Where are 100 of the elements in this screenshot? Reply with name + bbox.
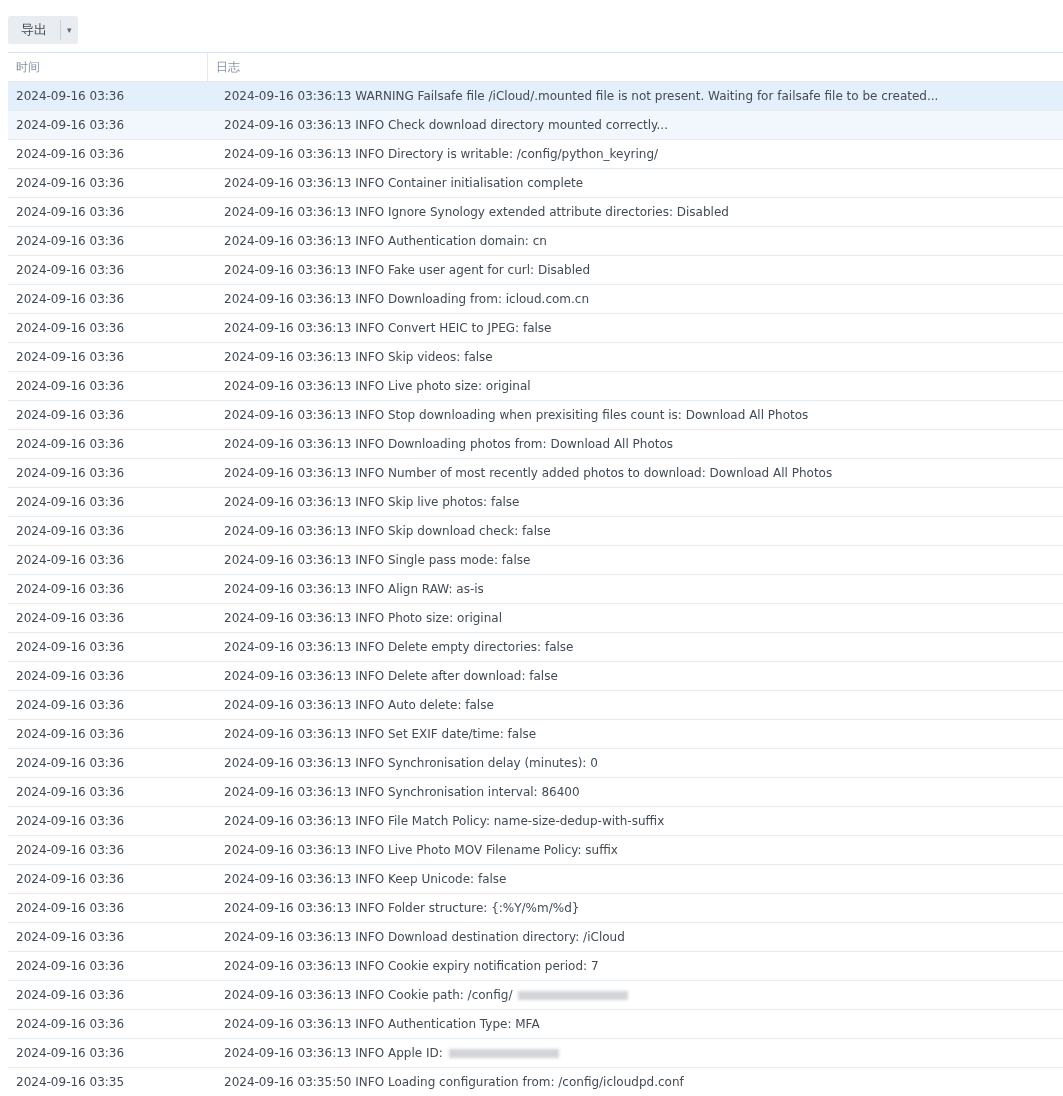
log-cell-text: 2024-09-16 03:36:13 INFO Directory is writable: /config/python_keyring/ bbox=[223, 146, 660, 163]
log-row[interactable]: 2024-09-16 03:36 2024-09-16 03:36:13 INFO Keep Unicode: false bbox=[8, 865, 1063, 894]
time-cell-text: 2024-09-16 03:36 bbox=[15, 900, 126, 917]
time-cell-text: 2024-09-16 03:36 bbox=[15, 146, 126, 163]
time-cell-text: 2024-09-16 03:36 bbox=[15, 204, 126, 221]
time-cell-text: 2024-09-16 03:36 bbox=[15, 262, 126, 279]
log-cell-text: 2024-09-16 03:36:13 INFO Convert HEIC to JPEG: false bbox=[223, 320, 553, 337]
time-cell-text: 2024-09-16 03:36 bbox=[15, 813, 126, 830]
log-cell-text: 2024-09-16 03:36:13 INFO Set EXIF date/time: false bbox=[223, 726, 538, 743]
log-row[interactable]: 2024-09-16 03:36 2024-09-16 03:36:13 INFO Downloading from: icloud.com.cn bbox=[8, 285, 1063, 314]
log-cell-text: 2024-09-16 03:36:13 INFO Cookie expiry notification period: 7 bbox=[223, 958, 600, 975]
log-row[interactable]: 2024-09-16 03:36 2024-09-16 03:36:13 INFO Check download directory mounted correctly... bbox=[8, 111, 1063, 140]
log-cell: 2024-09-16 03:36:13 INFO Cookie path: /config/ bbox=[216, 981, 1063, 1009]
log-cell-text: 2024-09-16 03:36:13 INFO Skip download check: false bbox=[223, 523, 552, 540]
log-row[interactable]: 2024-09-16 03:36 2024-09-16 03:36:13 INFO Single pass mode: false bbox=[8, 546, 1063, 575]
log-cell-text: 2024-09-16 03:36:13 INFO Authentication Type: MFA bbox=[223, 1016, 541, 1033]
log-row[interactable]: 2024-09-16 03:36 2024-09-16 03:36:13 INFO Container initialisation complete bbox=[8, 169, 1063, 198]
log-cell-text: 2024-09-16 03:36:13 WARNING Failsafe file /iCloud/.mounted file is not present. Waiting for failsafe file to be created... bbox=[223, 88, 940, 105]
log-row[interactable]: 2024-09-16 03:36 2024-09-16 03:36:13 INFO Stop downloading when prexisiting files count is: Download All Photos bbox=[8, 401, 1063, 430]
log-cell-text: 2024-09-16 03:36:13 INFO File Match Policy: name-size-dedup-with-suffix bbox=[223, 813, 666, 830]
time-cell-text: 2024-09-16 03:36 bbox=[15, 581, 126, 598]
log-row[interactable]: 2024-09-16 03:35 2024-09-16 03:35:50 INFO Loading configuration from: /config/icloudpd.conf bbox=[8, 1068, 1063, 1096]
log-row[interactable]: 2024-09-16 03:36 2024-09-16 03:36:13 INFO Directory is writable: /config/python_keyring/ bbox=[8, 140, 1063, 169]
log-row[interactable]: 2024-09-16 03:36 2024-09-16 03:36:13 INFO Authentication domain: cn bbox=[8, 227, 1063, 256]
time-cell-text: 2024-09-16 03:36 bbox=[15, 958, 126, 975]
time-cell-text: 2024-09-16 03:36 bbox=[15, 88, 126, 105]
time-cell-text: 2024-09-16 03:36 bbox=[15, 465, 126, 482]
log-row[interactable]: 2024-09-16 03:36 2024-09-16 03:36:13 INFO Auto delete: false bbox=[8, 691, 1063, 720]
log-row[interactable]: 2024-09-16 03:36 2024-09-16 03:36:13 INFO Photo size: original bbox=[8, 604, 1063, 633]
log-row[interactable]: 2024-09-16 03:36 2024-09-16 03:36:13 INFO Synchronisation interval: 86400 bbox=[8, 778, 1063, 807]
time-cell-text: 2024-09-16 03:36 bbox=[15, 726, 126, 743]
time-cell-text: 2024-09-16 03:35 bbox=[15, 1074, 126, 1091]
time-cell-text: 2024-09-16 03:36 bbox=[15, 175, 126, 192]
log-row[interactable]: 2024-09-16 03:36 2024-09-16 03:36:13 INFO Apple ID: bbox=[8, 1039, 1063, 1068]
log-cell-text: 2024-09-16 03:36:13 INFO Live photo size: original bbox=[223, 378, 532, 395]
log-cell-text: 2024-09-16 03:36:13 INFO Ignore Synology extended attribute directories: Disabled bbox=[223, 204, 730, 221]
log-cell-text: 2024-09-16 03:36:13 INFO Folder structure: {:%Y/%m/%d} bbox=[223, 900, 581, 917]
log-cell-text: 2024-09-16 03:36:13 INFO Delete after download: false bbox=[223, 668, 559, 685]
log-row[interactable]: 2024-09-16 03:36 2024-09-16 03:36:13 INFO Cookie path: /config/ bbox=[8, 981, 1063, 1010]
log-cell-text: 2024-09-16 03:36:13 INFO Downloading photos from: Download All Photos bbox=[223, 436, 675, 453]
log-cell-text: 2024-09-16 03:36:13 INFO Downloading from: icloud.com.cn bbox=[223, 291, 591, 308]
log-cell-text: 2024-09-16 03:36:13 INFO Check download directory mounted correctly... bbox=[223, 117, 669, 134]
time-cell-text: 2024-09-16 03:36 bbox=[15, 842, 126, 859]
log-row[interactable]: 2024-09-16 03:36 2024-09-16 03:36:13 INFO Fake user agent for curl: Disabled bbox=[8, 256, 1063, 285]
log-cell-text: 2024-09-16 03:36:13 INFO Fake user agent for curl: Disabled bbox=[223, 262, 592, 279]
log-cell-text: 2024-09-16 03:36:13 INFO Synchronisation delay (minutes): 0 bbox=[223, 755, 599, 772]
time-cell-text: 2024-09-16 03:36 bbox=[15, 233, 126, 250]
log-cell-text: 2024-09-16 03:36:13 INFO Keep Unicode: false bbox=[223, 871, 508, 888]
log-row[interactable]: 2024-09-16 03:36 2024-09-16 03:36:13 INFO Live Photo MOV Filename Policy: suffix bbox=[8, 836, 1063, 865]
time-cell-text: 2024-09-16 03:36 bbox=[15, 320, 126, 337]
time-cell-text: 2024-09-16 03:36 bbox=[15, 668, 126, 685]
log-row[interactable]: 2024-09-16 03:36 2024-09-16 03:36:13 INFO Ignore Synology extended attribute directories: Disabled bbox=[8, 198, 1063, 227]
log-cell-text: 2024-09-16 03:35:50 INFO Loading configuration from: /config/icloudpd.conf bbox=[223, 1074, 685, 1091]
time-cell-text: 2024-09-16 03:36 bbox=[15, 552, 126, 569]
log-row[interactable]: 2024-09-16 03:36 2024-09-16 03:36:13 INFO Delete empty directories: false bbox=[8, 633, 1063, 662]
time-cell-text: 2024-09-16 03:36 bbox=[15, 871, 126, 888]
time-cell-text: 2024-09-16 03:36 bbox=[15, 929, 126, 946]
time-cell-text: 2024-09-16 03:36 bbox=[15, 610, 126, 627]
log-cell-text: 2024-09-16 03:36:13 INFO Single pass mode: false bbox=[223, 552, 532, 569]
time-cell-text: 2024-09-16 03:36 bbox=[15, 1045, 126, 1062]
log-cell-text: 2024-09-16 03:36:13 INFO Skip videos: false bbox=[223, 349, 494, 366]
log-cell-text: 2024-09-16 03:36:13 INFO Skip live photos: false bbox=[223, 494, 521, 511]
log-row[interactable]: 2024-09-16 03:36 2024-09-16 03:36:13 INFO Number of most recently added photos to download: Download All Photos bbox=[8, 459, 1063, 488]
log-cell-text: 2024-09-16 03:36:13 INFO Photo size: original bbox=[223, 610, 503, 627]
time-cell-text: 2024-09-16 03:36 bbox=[15, 436, 126, 453]
time-cell-text: 2024-09-16 03:36 bbox=[15, 523, 126, 540]
time-cell-text: 2024-09-16 03:36 bbox=[15, 349, 126, 366]
log-cell-text: 2024-09-16 03:36:13 INFO Authentication domain: cn bbox=[223, 233, 548, 250]
log-cell: 2024-09-16 03:36:13 INFO Apple ID: bbox=[216, 1039, 1063, 1067]
log-row[interactable]: 2024-09-16 03:36 2024-09-16 03:36:13 INFO Cookie expiry notification period: 7 bbox=[8, 952, 1063, 981]
log-cell-text: 2024-09-16 03:36:13 INFO Auto delete: false bbox=[223, 697, 495, 714]
log-cell-text: 2024-09-16 03:36:13 INFO Download destination directory: /iCloud bbox=[223, 929, 626, 946]
log-row[interactable]: 2024-09-16 03:36 2024-09-16 03:36:13 INFO Synchronisation delay (minutes): 0 bbox=[8, 749, 1063, 778]
log-row[interactable]: 2024-09-16 03:36 2024-09-16 03:36:13 INFO Align RAW: as-is bbox=[8, 575, 1063, 604]
log-row[interactable]: 2024-09-16 03:36 2024-09-16 03:36:13 INFO Skip download check: false bbox=[8, 517, 1063, 546]
log-row[interactable]: 2024-09-16 03:36 2024-09-16 03:36:13 INFO Delete after download: false bbox=[8, 662, 1063, 691]
log-row[interactable]: 2024-09-16 03:36 2024-09-16 03:36:13 INFO Downloading photos from: Download All Photos bbox=[8, 430, 1063, 459]
time-cell-text: 2024-09-16 03:36 bbox=[15, 639, 126, 656]
time-cell-text: 2024-09-16 03:36 bbox=[15, 755, 126, 772]
log-row[interactable]: 2024-09-16 03:36 2024-09-16 03:36:13 INFO Convert HEIC to JPEG: false bbox=[8, 314, 1063, 343]
time-cell-text: 2024-09-16 03:36 bbox=[15, 494, 126, 511]
log-cell-text: 2024-09-16 03:36:13 INFO Align RAW: as-is bbox=[223, 581, 485, 598]
log-row[interactable]: 2024-09-16 03:36 2024-09-16 03:36:13 INFO Skip live photos: false bbox=[8, 488, 1063, 517]
log-row[interactable]: 2024-09-16 03:36 2024-09-16 03:36:13 INFO Folder structure: {:%Y/%m/%d} bbox=[8, 894, 1063, 923]
time-cell-text: 2024-09-16 03:36 bbox=[15, 117, 126, 134]
log-row[interactable]: 2024-09-16 03:36 2024-09-16 03:36:13 INFO Set EXIF date/time: false bbox=[8, 720, 1063, 749]
time-cell-text: 2024-09-16 03:36 bbox=[15, 291, 126, 308]
time-cell-text: 2024-09-16 03:36 bbox=[15, 697, 126, 714]
log-cell-text: 2024-09-16 03:36:13 INFO Synchronisation interval: 86400 bbox=[223, 784, 581, 801]
log-cell-text: 2024-09-16 03:36:13 INFO Container initialisation complete bbox=[223, 175, 585, 192]
log-cell-text: 2024-09-16 03:36:13 INFO Stop downloading when prexisiting files count is: Download All Photos bbox=[223, 407, 810, 424]
log-cell-text: 2024-09-16 03:36:13 INFO Number of most recently added photos to download: Download All Photos bbox=[223, 465, 834, 482]
log-row[interactable]: 2024-09-16 03:36 2024-09-16 03:36:13 WARNING Failsafe file /iCloud/.mounted file is not present. Waiting for failsafe file to be created... bbox=[8, 82, 1063, 111]
log-row[interactable]: 2024-09-16 03:36 2024-09-16 03:36:13 INFO Skip videos: false bbox=[8, 343, 1063, 372]
log-row[interactable]: 2024-09-16 03:36 2024-09-16 03:36:13 INFO Live photo size: original bbox=[8, 372, 1063, 401]
time-cell-text: 2024-09-16 03:36 bbox=[15, 1016, 126, 1033]
log-row[interactable]: 2024-09-16 03:36 2024-09-16 03:36:13 INFO Authentication Type: MFA bbox=[8, 1010, 1063, 1039]
log-row[interactable]: 2024-09-16 03:36 2024-09-16 03:36:13 INFO Download destination directory: /iCloud bbox=[8, 923, 1063, 952]
log-row[interactable]: 2024-09-16 03:36 2024-09-16 03:36:13 INFO File Match Policy: name-size-dedup-with-suffix bbox=[8, 807, 1063, 836]
time-cell-text: 2024-09-16 03:36 bbox=[15, 407, 126, 424]
